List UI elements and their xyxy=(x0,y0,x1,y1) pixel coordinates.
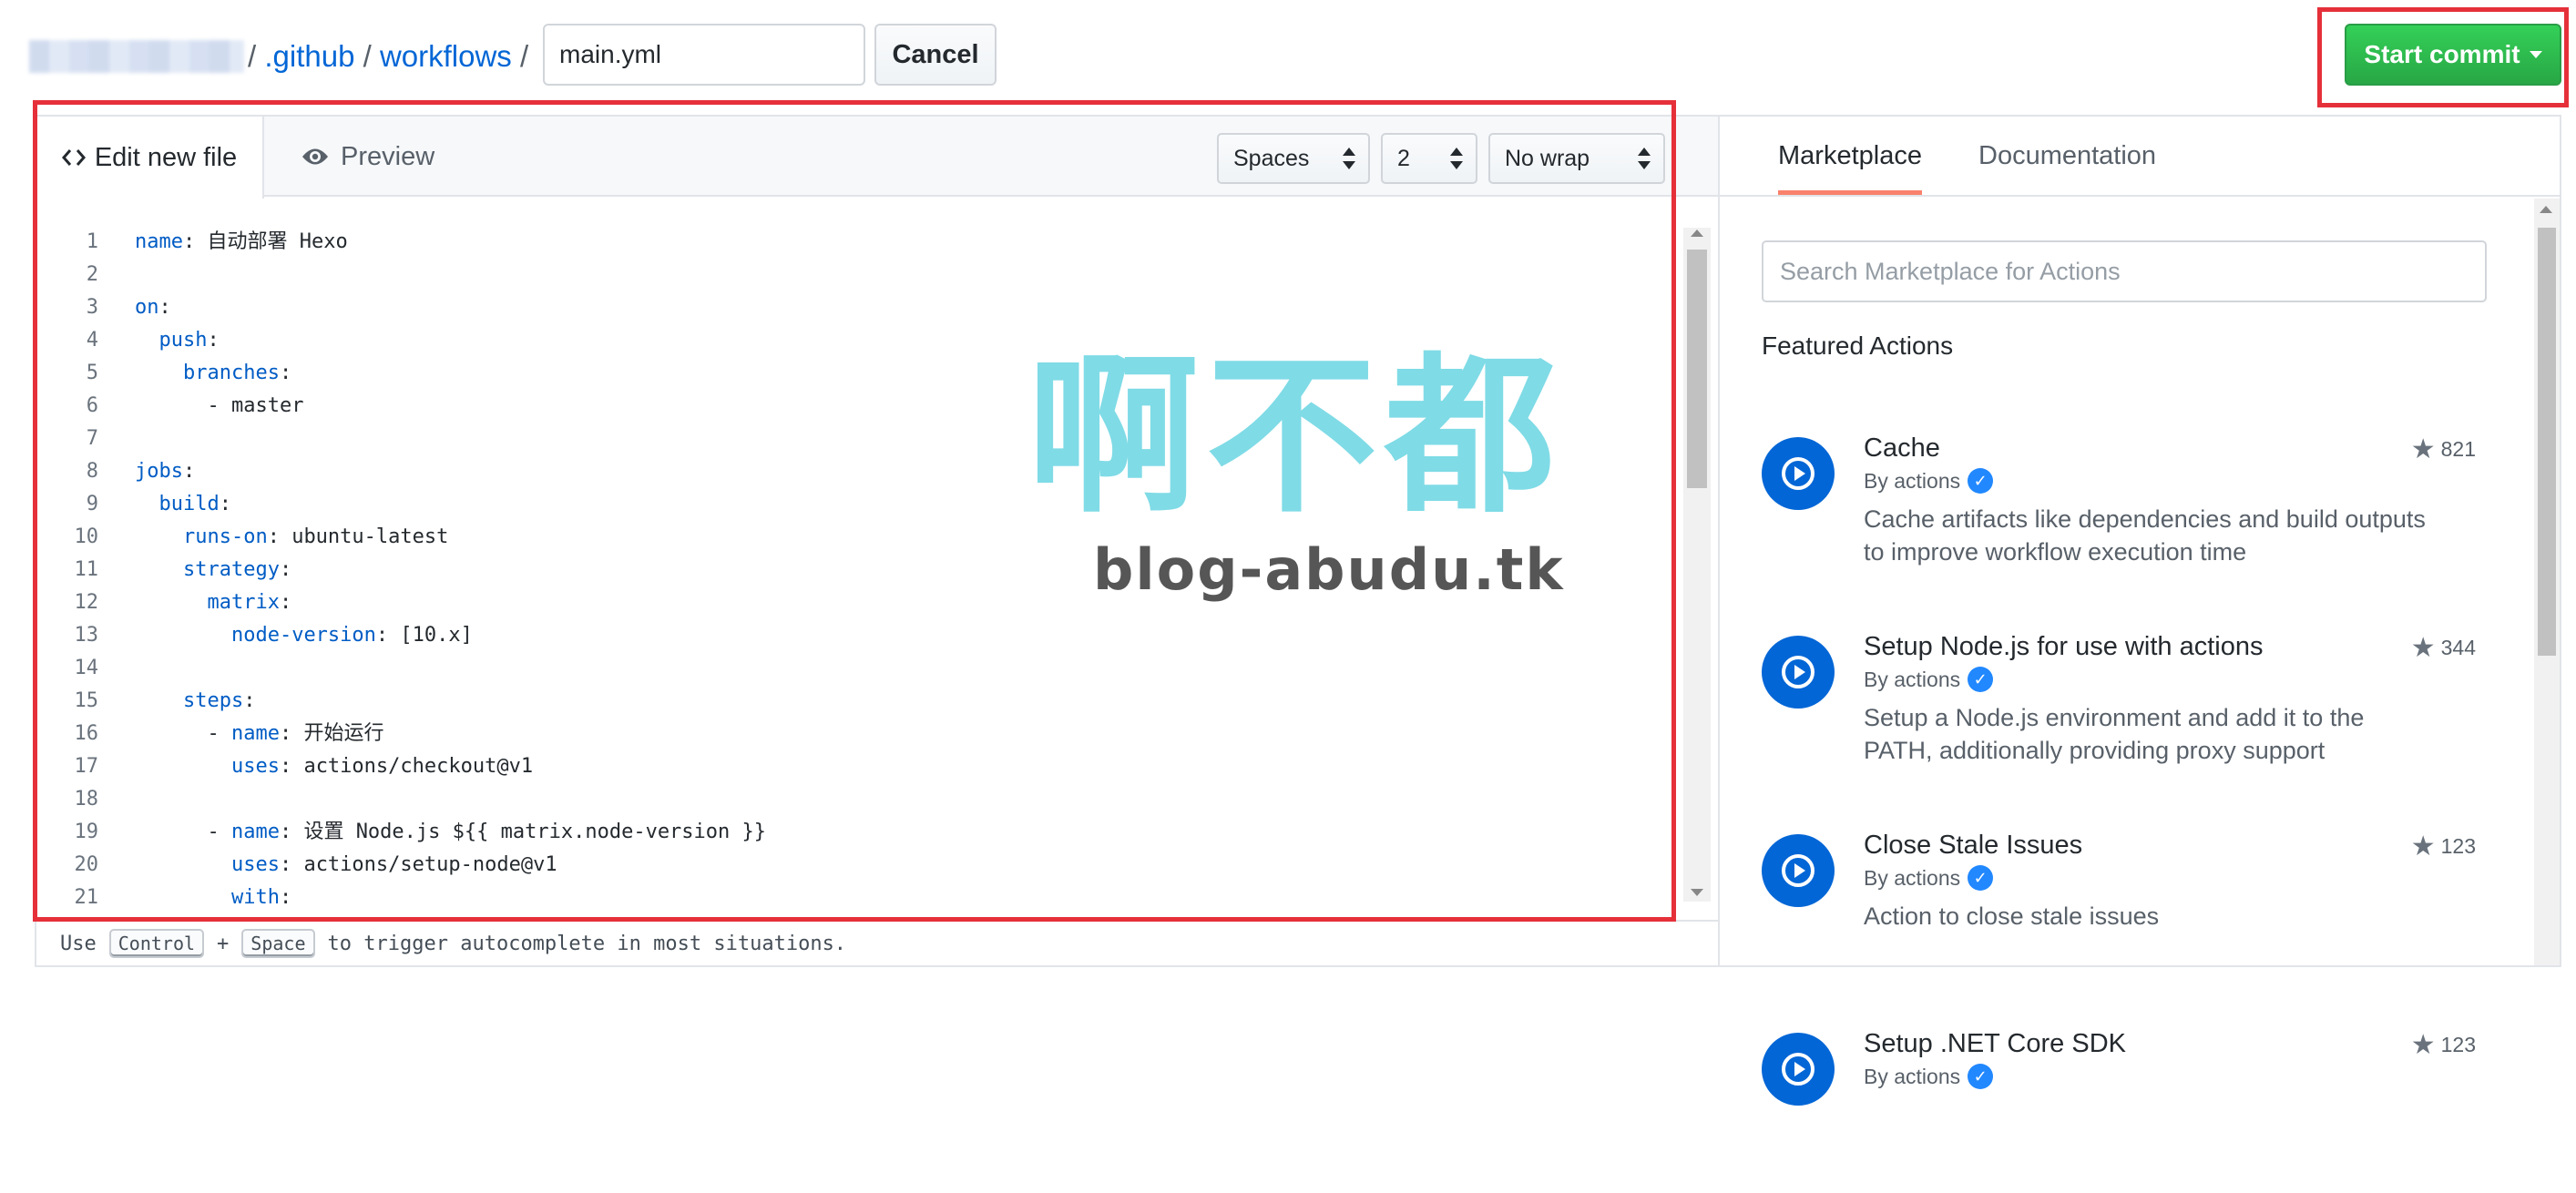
action-author: By actions ✓ xyxy=(1864,468,1994,494)
action-title[interactable]: Setup Node.js for use with actions xyxy=(1864,632,2263,662)
hint-plus: + xyxy=(217,932,230,955)
scroll-down-icon[interactable] xyxy=(1691,889,1703,896)
breadcrumb-separator: / xyxy=(363,39,372,73)
repo-owner-blurred[interactable] xyxy=(29,40,244,73)
action-title[interactable]: Setup .NET Core SDK xyxy=(1864,1029,2126,1059)
featured-action-item[interactable]: Setup .NET Core SDK By actions ✓ ★ 123 xyxy=(1762,1029,2518,1193)
featured-actions-heading: Featured Actions xyxy=(1762,331,1954,360)
action-description: Setup a Node.js environment and add it t… xyxy=(1864,704,2365,764)
tab-marketplace[interactable]: Marketplace xyxy=(1778,133,1922,195)
star-icon: ★ xyxy=(2410,1030,2436,1060)
sidebar-scrollbar-thumb[interactable] xyxy=(2538,228,2556,656)
tab-documentation[interactable]: Documentation xyxy=(1978,133,2156,195)
scroll-up-icon[interactable] xyxy=(1691,229,1703,237)
action-description: Action to close stale issues xyxy=(1864,902,2160,930)
action-author: By actions ✓ xyxy=(1864,865,1994,891)
action-stars: ★ 123 xyxy=(2410,1030,2476,1060)
action-stars: ★ 123 xyxy=(2410,831,2476,862)
breadcrumb-separator: / xyxy=(519,39,529,73)
star-icon: ★ xyxy=(2410,633,2436,663)
filename-input[interactable] xyxy=(543,24,865,86)
breadcrumb-github-dir[interactable]: .github xyxy=(264,39,354,73)
play-icon xyxy=(1762,636,1835,709)
featured-action-item[interactable]: Setup Node.js for use with actions By act… xyxy=(1762,632,2518,796)
highlight-commit-box xyxy=(2317,7,2569,107)
star-icon: ★ xyxy=(2410,434,2436,464)
verified-check-icon: ✓ xyxy=(1968,1064,1994,1089)
hint-tail: to trigger autocomplete in most situatio… xyxy=(327,932,847,955)
action-author: By actions ✓ xyxy=(1864,667,1994,692)
editor-scrollbar-thumb[interactable] xyxy=(1687,250,1707,488)
editor-footer-hint: Use Control + Space to trigger autocompl… xyxy=(36,920,1718,965)
play-icon xyxy=(1762,437,1835,510)
action-title[interactable]: Cache xyxy=(1864,433,1940,464)
verified-check-icon: ✓ xyxy=(1968,468,1994,494)
action-title[interactable]: Close Stale Issues xyxy=(1864,831,2082,861)
breadcrumb: / .github / workflows / xyxy=(248,35,528,78)
kbd-space: Space xyxy=(241,929,315,958)
star-icon: ★ xyxy=(2410,831,2436,862)
kbd-control: Control xyxy=(108,929,205,958)
hint-use: Use xyxy=(60,932,97,955)
scroll-up-icon[interactable] xyxy=(2540,206,2552,213)
breadcrumb-workflows-dir[interactable]: workflows xyxy=(380,39,512,73)
featured-action-item[interactable]: Cache By actions ✓ Cache artifacts like dep… xyxy=(1762,433,2518,597)
cancel-button[interactable]: Cancel xyxy=(874,24,997,86)
action-author: By actions ✓ xyxy=(1864,1064,1994,1089)
marketplace-search-input[interactable] xyxy=(1762,240,2487,302)
verified-check-icon: ✓ xyxy=(1968,865,1994,891)
verified-check-icon: ✓ xyxy=(1968,667,1994,692)
play-icon xyxy=(1762,1033,1835,1106)
action-description: Cache artifacts like dependencies and bu… xyxy=(1864,505,2426,566)
featured-action-item[interactable]: Close Stale Issues By actions ✓ Action to c… xyxy=(1762,831,2518,994)
action-stars: ★ 344 xyxy=(2410,633,2476,663)
play-icon xyxy=(1762,834,1835,907)
action-stars: ★ 821 xyxy=(2410,434,2476,464)
highlight-editor-box xyxy=(33,100,1676,922)
breadcrumb-separator: / xyxy=(248,39,257,73)
